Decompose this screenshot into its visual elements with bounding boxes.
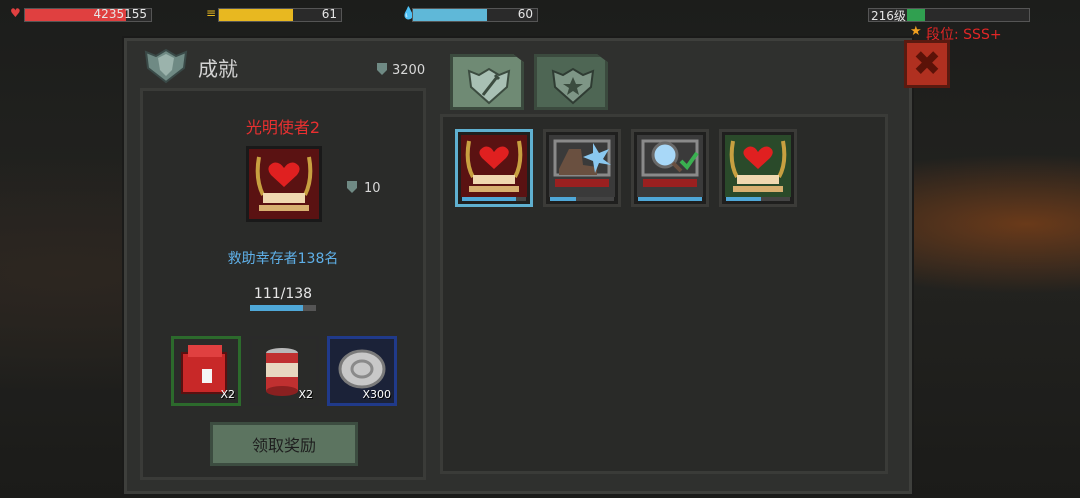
star-icon: ★ xyxy=(910,24,922,39)
reward-item[interactable]: X2 xyxy=(249,336,319,406)
shield-star-icon xyxy=(551,67,595,105)
water-bar: 60 xyxy=(412,7,538,22)
progress-bar xyxy=(250,305,316,311)
progress-text: 111/138 xyxy=(253,286,313,302)
achievement-cell[interactable] xyxy=(455,129,533,207)
close-icon: ✖ xyxy=(912,44,942,84)
boot-ice-icon xyxy=(549,135,615,197)
achievement-description: 救助幸存者138名 xyxy=(227,251,339,267)
reward-qty: X2 xyxy=(298,388,313,401)
food-value: 61 xyxy=(321,7,337,21)
health-value: 4235155 xyxy=(93,7,147,21)
heart-handshake-icon xyxy=(725,135,791,197)
level-bar: 216级 xyxy=(868,8,1030,23)
tab-achievements[interactable] xyxy=(450,54,524,110)
achievement-points-total: 3200 xyxy=(376,62,425,78)
shield-icon xyxy=(347,181,357,193)
reward-qty: X300 xyxy=(362,388,391,401)
achievement-cell[interactable] xyxy=(631,129,709,207)
heart-icon: ♥ xyxy=(10,6,21,20)
health-bar: 4235155 xyxy=(24,7,152,22)
heart-handshake-icon xyxy=(249,149,319,219)
page-title: 成就 xyxy=(198,57,238,81)
claim-reward-button[interactable]: 领取奖励 xyxy=(210,422,358,466)
tab-medals[interactable] xyxy=(534,54,608,110)
close-button[interactable]: ✖ xyxy=(904,40,950,88)
water-value: 60 xyxy=(517,7,533,21)
level-value: 216级 xyxy=(871,9,906,23)
achievement-reward-points: 10 xyxy=(346,180,381,196)
achievement-cell[interactable] xyxy=(543,129,621,207)
achievement-cell[interactable] xyxy=(719,129,797,207)
shield-icon xyxy=(377,63,387,75)
reward-points-value: 10 xyxy=(364,181,381,196)
food-bar: 61 xyxy=(218,7,342,22)
achievement-name: 光明使者2 xyxy=(245,118,321,137)
achievement-detail-icon xyxy=(246,146,322,222)
reward-item[interactable]: X300 xyxy=(327,336,397,406)
food-icon: ≡ xyxy=(206,6,217,20)
achievement-points-value: 3200 xyxy=(392,63,426,78)
shield-sword-icon xyxy=(467,67,511,105)
reward-qty: X2 xyxy=(220,388,235,401)
shield-icon xyxy=(144,48,188,84)
magnifier-check-icon xyxy=(637,135,703,197)
heart-handshake-icon xyxy=(461,135,527,197)
reward-item[interactable]: X2 xyxy=(171,336,241,406)
